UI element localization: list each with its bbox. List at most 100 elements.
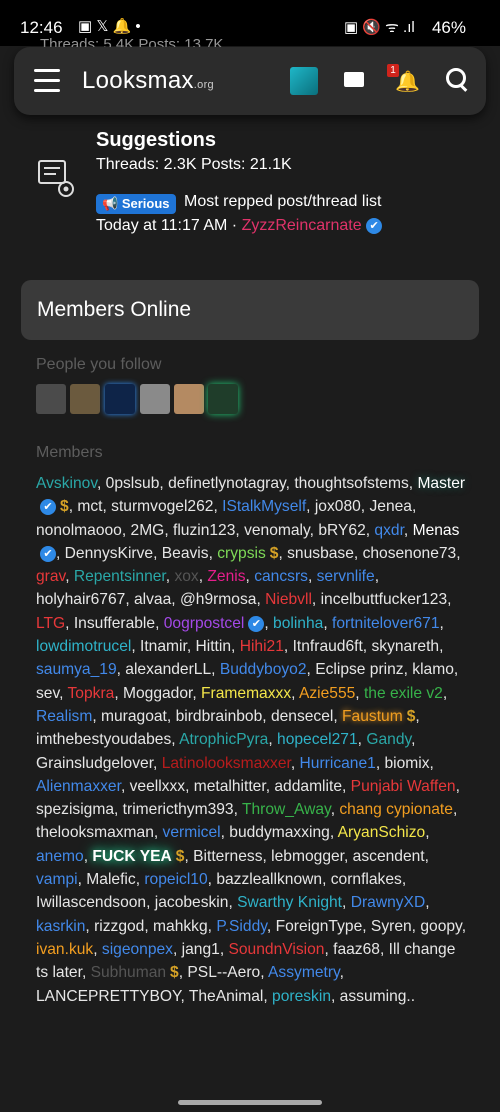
member-link[interactable]: spezisigma — [36, 801, 114, 818]
member-link[interactable]: chang cypionate — [339, 801, 453, 818]
member-link[interactable]: sigeonpex — [102, 941, 173, 958]
member-link[interactable]: qxdr — [374, 522, 403, 539]
member-link[interactable]: lebmogger — [271, 848, 344, 865]
forum-title[interactable]: Suggestions — [96, 129, 216, 152]
inbox-icon[interactable] — [344, 72, 364, 87]
member-link[interactable]: 0ogrpostcel — [164, 615, 245, 632]
member-link[interactable]: skynareth — [371, 638, 439, 655]
member-link[interactable]: Azie555 — [299, 685, 355, 702]
member-link[interactable]: goopy — [420, 918, 461, 935]
member-link[interactable]: muragoat — [101, 708, 167, 725]
menu-icon[interactable] — [34, 69, 60, 92]
member-link[interactable]: Itnfraud6ft — [293, 638, 363, 655]
member-link[interactable]: jang1 — [182, 941, 220, 958]
member-link[interactable]: Iwillascendsoon — [36, 894, 146, 911]
member-link[interactable]: definetlynotagray — [168, 475, 286, 492]
member-link[interactable]: Swarthy Knight — [237, 894, 342, 911]
member-link[interactable]: biomix — [384, 755, 429, 772]
member-link[interactable]: Jenea — [369, 498, 412, 515]
member-link[interactable]: DennysKirve — [65, 545, 153, 562]
member-link[interactable]: metalhitter — [194, 778, 266, 795]
member-link[interactable]: Alienmaxxer — [36, 778, 121, 795]
member-link[interactable]: crypsis — [217, 545, 266, 562]
member-link[interactable]: Syren — [371, 918, 412, 935]
member-link[interactable]: snusbase — [287, 545, 354, 562]
member-link[interactable]: Realism — [36, 708, 92, 725]
member-link[interactable]: Eclipse prinz — [315, 661, 403, 678]
member-link[interactable]: jox080 — [315, 498, 361, 515]
member-link[interactable]: PSL--Aero — [187, 964, 260, 981]
member-link[interactable]: nonolmaooo — [36, 522, 122, 539]
member-link[interactable]: Niebvll — [265, 591, 312, 608]
member-link[interactable]: thoughtsofstems — [294, 475, 408, 492]
member-link[interactable]: assuming.. — [340, 988, 415, 1005]
member-link[interactable]: alexanderLL — [125, 661, 211, 678]
member-link[interactable]: veellxxx — [130, 778, 185, 795]
member-link[interactable]: DrawnyXD — [351, 894, 426, 911]
member-link[interactable]: Repentsinner — [74, 568, 166, 585]
member-link[interactable]: xox — [174, 568, 198, 585]
member-link[interactable]: Beavis — [162, 545, 209, 562]
member-link[interactable]: Insufferable — [74, 615, 155, 632]
avatar[interactable] — [174, 384, 204, 414]
member-link[interactable]: AtrophicPyra — [179, 731, 268, 748]
member-link[interactable]: AryanSchizo — [338, 824, 426, 841]
member-link[interactable]: chosenone73 — [363, 545, 457, 562]
member-link[interactable]: thelooksmaxman — [36, 824, 154, 841]
member-link[interactable]: Punjabi Waffen — [351, 778, 456, 795]
member-link[interactable]: servnlife — [317, 568, 375, 585]
member-link[interactable]: 2MG — [131, 522, 165, 539]
member-link[interactable]: cornflakes — [331, 871, 402, 888]
member-link[interactable]: Grainsludgelover — [36, 755, 153, 772]
members-online-header[interactable]: Members Online — [21, 280, 479, 340]
member-link[interactable]: jacobeskin — [155, 894, 229, 911]
member-link[interactable]: Assymetry — [268, 964, 340, 981]
member-link[interactable]: TheAnimal — [189, 988, 264, 1005]
member-link[interactable]: FUCK YEA — [92, 848, 171, 865]
member-link[interactable]: LANCEPRETTYBOY — [36, 988, 180, 1005]
latest-thread-link[interactable]: Most repped post/thread list — [184, 193, 381, 211]
member-link[interactable]: Gandy — [366, 731, 411, 748]
member-link[interactable]: vampi — [36, 871, 78, 888]
member-link[interactable]: densecel — [271, 708, 333, 725]
member-link[interactable]: lowdimotrucel — [36, 638, 131, 655]
member-link[interactable]: alvaa — [134, 591, 171, 608]
member-link[interactable]: 0pslsub — [106, 475, 160, 492]
member-link[interactable]: fortnitelover671 — [332, 615, 440, 632]
member-link[interactable]: bazzleallknown — [216, 871, 322, 888]
latest-thread-user[interactable]: ZyzzReincarnate — [242, 217, 362, 234]
member-link[interactable]: poreskin — [272, 988, 331, 1005]
avatar[interactable] — [36, 384, 66, 414]
member-link[interactable]: klamo — [412, 661, 454, 678]
member-link[interactable]: P.Siddy — [216, 918, 267, 935]
member-link[interactable]: Bitterness — [193, 848, 262, 865]
member-link[interactable]: Zenis — [207, 568, 245, 585]
member-link[interactable]: Avskinov — [36, 475, 97, 492]
member-link[interactable]: ropeicl10 — [144, 871, 207, 888]
member-link[interactable]: trimericthym393 — [123, 801, 234, 818]
member-link[interactable]: incelbuttfucker123 — [321, 591, 448, 608]
bell-icon[interactable]: 🔔 — [395, 69, 420, 94]
member-link[interactable]: Hurricane1 — [300, 755, 376, 772]
member-link[interactable]: ascendent — [353, 848, 425, 865]
member-link[interactable]: kasrkin — [36, 918, 85, 935]
member-link[interactable]: bolinha — [273, 615, 323, 632]
member-link[interactable]: Moggador — [123, 685, 192, 702]
avatar[interactable] — [105, 384, 135, 414]
member-link[interactable]: anemo — [36, 848, 84, 865]
member-link[interactable]: Faustum — [342, 708, 403, 725]
member-link[interactable]: Menas — [413, 522, 460, 539]
member-link[interactable]: fluzin123 — [173, 522, 235, 539]
member-link[interactable]: addamlite — [274, 778, 342, 795]
member-link[interactable]: hopecel271 — [277, 731, 358, 748]
member-link[interactable]: mahkkg — [153, 918, 208, 935]
member-link[interactable]: Throw_Away — [242, 801, 331, 818]
search-icon[interactable] — [446, 68, 466, 88]
member-link[interactable]: IStalkMyself — [222, 498, 306, 515]
member-link[interactable]: Framemaxxx — [201, 685, 291, 702]
member-link[interactable]: Topkra — [68, 685, 115, 702]
member-link[interactable]: saumya_19 — [36, 661, 117, 678]
member-link[interactable]: rizzgod — [94, 918, 144, 935]
member-link[interactable]: Hihi21 — [240, 638, 284, 655]
member-link[interactable]: cancsrs — [254, 568, 308, 585]
